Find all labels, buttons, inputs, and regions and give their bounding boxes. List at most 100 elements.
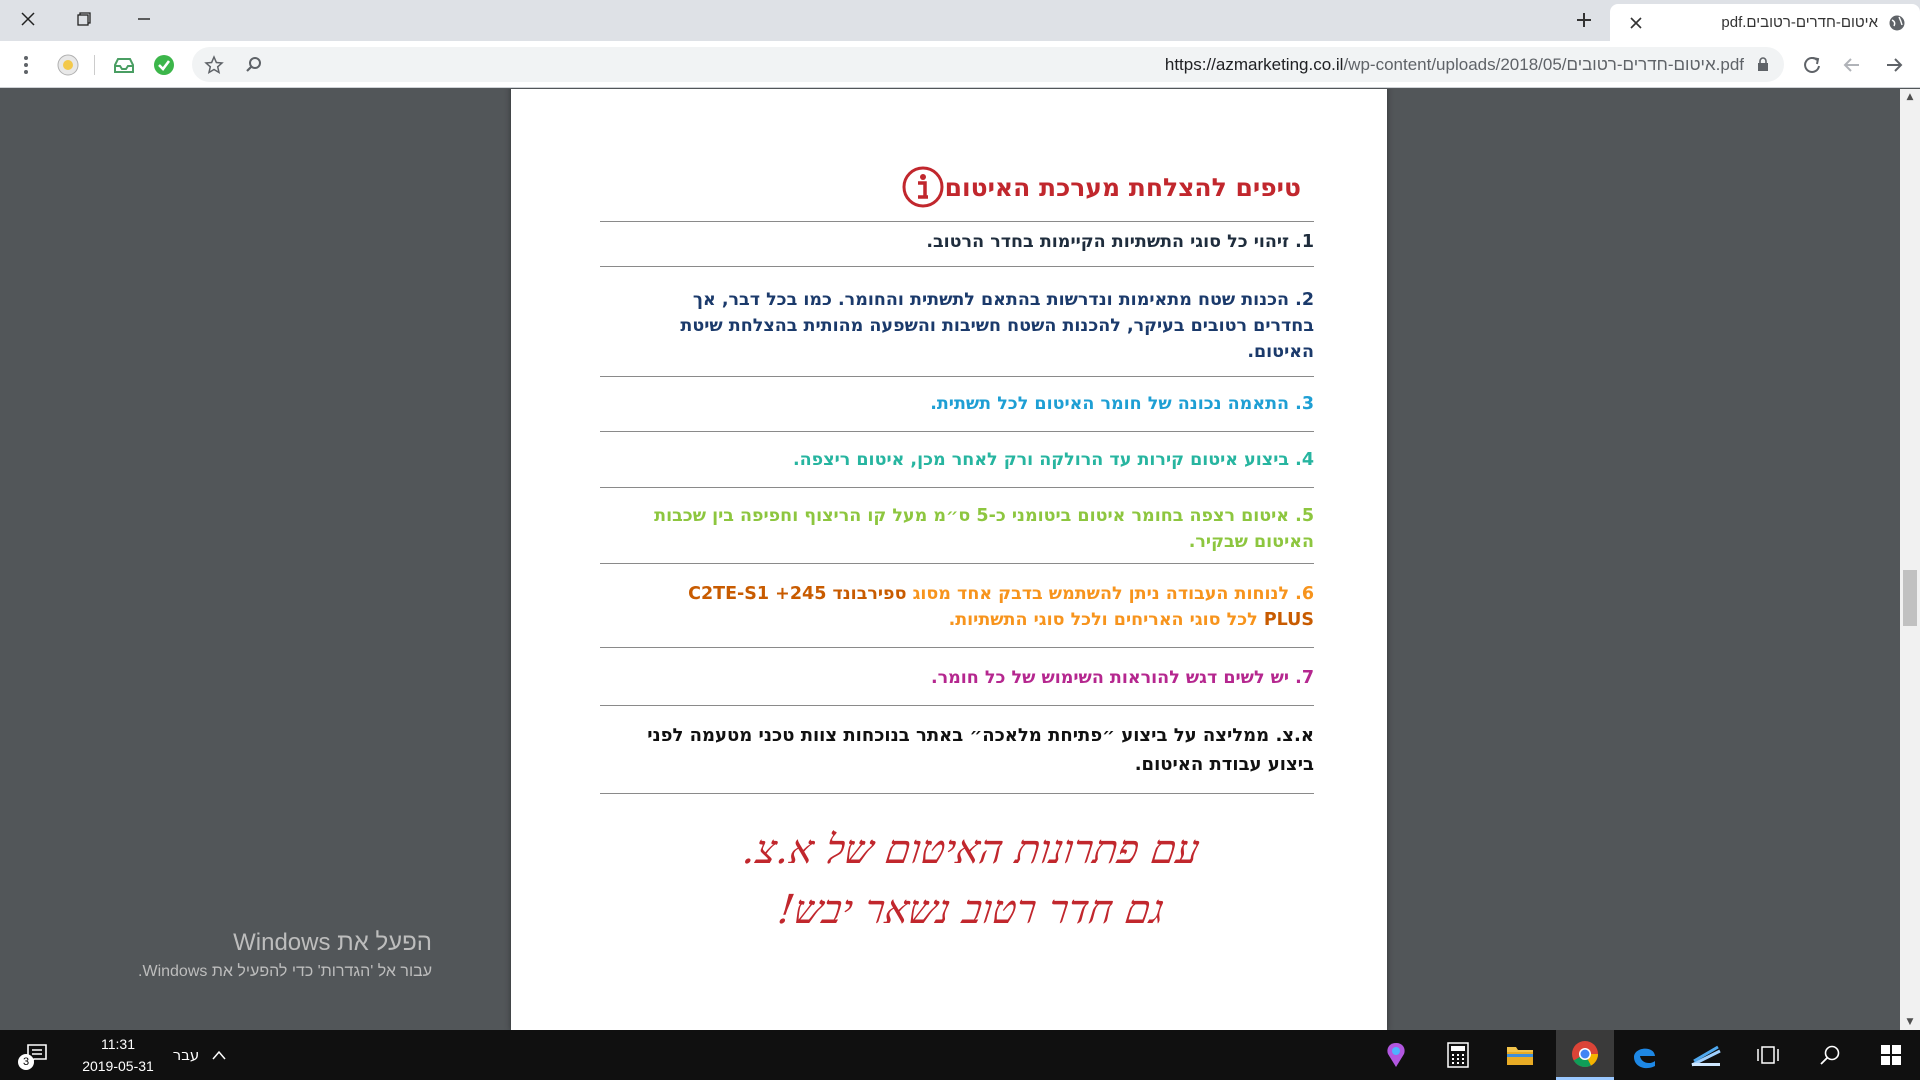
restore-icon [77,12,91,26]
notification-count-badge: 3 [18,1054,34,1070]
minimize-icon [138,18,150,20]
tip-text: הכנות שטח מתאימות ונדרשות בהתאם לתשתית ו… [680,290,1314,362]
bookmark-button[interactable] [198,49,230,81]
tip-number: 6. [1295,584,1314,604]
show-hidden-icons-button[interactable] [206,1030,232,1080]
tip-text: איטום רצפה בחומר איטום ביטומני כ-5 ס״מ מ… [654,506,1314,552]
tip-6: 6. לנוחות העבודה ניתן להשתמש בדבק אחד מס… [654,581,1314,633]
new-tab-button[interactable] [1568,4,1600,36]
tip-text: ביצוע איטום קירות עד הרולקה ורק לאחר מכן… [792,450,1290,470]
calculator-icon [1447,1042,1469,1068]
extension-button[interactable] [52,49,84,81]
check-shield-icon [154,55,174,75]
divider [600,221,1314,222]
taskbar-app-chrome[interactable] [1556,1030,1614,1080]
new-tab-icon [1577,13,1591,27]
zoom-search-button[interactable] [238,49,270,81]
tip-number: 1. [1295,232,1314,252]
recommendation: א.צ. ממליצה על ביצוע ״פתיחת מלאכה״ באתר … [647,725,1314,775]
system-clock[interactable]: 11:31 2019-05-31 [68,1033,168,1077]
extension-globe-icon [57,54,79,76]
vertical-scrollbar[interactable]: ▲ ▼ [1900,89,1920,1030]
tip-number: 4. [1295,450,1314,470]
tip-3: 3. התאמה נכונה של חומר האיטום לכל תשתית. [654,391,1314,417]
globe-icon [1889,15,1905,30]
scroll-thumb[interactable] [1903,570,1917,626]
taskbar-app-calculator[interactable] [1434,1030,1482,1080]
document-title: טיפים להצלחת מערכת האיטום [944,172,1301,202]
clock-date: 2019-05-31 [82,1058,154,1074]
signature-line-1: עם פתרונות האיטום של א.צ. [739,827,1203,873]
close-icon [1630,16,1642,29]
active-tab[interactable]: איטום-חדרים-רטובים.pdf [1610,4,1920,41]
pdf-viewer[interactable]: טיפים להצלחת מערכת האיטום 1. זיהוי כל סו… [0,89,1920,1030]
tab-title: איטום-חדרים-רטובים.pdf [1721,14,1878,31]
divider [600,563,1314,564]
windows-logo-icon [1881,1045,1901,1065]
divider [600,431,1314,432]
tip-5: 5. איטום רצפה בחומר איטום ביטומני כ-5 ס״… [654,503,1314,555]
tab-close-button[interactable] [1624,11,1648,35]
tip-text: זיהוי כל סוגי התשתיות הקיימות בחדר הרטוב… [926,232,1290,252]
taskbar-app-file-explorer[interactable] [1496,1030,1544,1080]
divider [600,705,1314,706]
browser-menu-button[interactable] [10,49,42,81]
task-view-button[interactable] [1746,1030,1790,1080]
tip-4: 4. ביצוע איטום קירות עד הרולקה ורק לאחר … [654,447,1314,473]
document-header: טיפים להצלחת מערכת האיטום [901,159,1315,215]
url-path: /wp-content/uploads/2018/05/איטום-חדרים-… [1343,55,1744,74]
scroll-down-button[interactable]: ▼ [1900,1014,1920,1030]
divider [600,647,1314,648]
taskbar-app-snipping[interactable] [1682,1030,1730,1080]
action-center-button[interactable]: 3 [14,1030,58,1080]
maps-pin-icon [1387,1043,1405,1067]
chevron-up-icon [212,1050,226,1060]
back-icon [1887,58,1903,72]
tab-strip: איטום-חדרים-רטובים.pdf [0,0,1920,41]
divider [600,793,1314,794]
start-button[interactable] [1866,1030,1916,1080]
restore-window-button[interactable] [56,0,112,38]
snipping-tool-icon [1691,1045,1721,1067]
reload-icon [1804,57,1820,73]
tip-text: יש לשים דגש להוראות השימוש של כל חומר. [930,668,1290,688]
pdf-page: טיפים להצלחת מערכת האיטום 1. זיהוי כל סו… [511,89,1387,1030]
reload-button[interactable] [1796,49,1828,81]
back-button[interactable] [1878,49,1910,81]
menu-icon [24,56,28,74]
divider [600,376,1314,377]
minimize-window-button[interactable] [116,0,172,38]
tip-text: התאמה נכונה של חומר האיטום לכל תשתית. [930,394,1290,414]
lock-icon[interactable] [1756,56,1770,76]
taskbar-app-maps[interactable] [1372,1030,1420,1080]
url-host: https://azmarketing.co.il [1164,55,1344,74]
extension-button[interactable] [148,49,180,81]
taskbar-app-edge[interactable] [1620,1030,1668,1080]
watermark-title: הפעל את Windows [233,929,432,956]
extension-button[interactable] [108,49,140,81]
watermark-subtitle: עבור אל 'הגדרות' כדי להפעיל את Windows. [138,963,432,980]
search-icon [1820,1045,1840,1065]
forward-button[interactable] [1836,49,1868,81]
tip-text: לנוחות העבודה ניתן להשתמש בדבק אחד מסוג [912,584,1290,604]
tip-number: 7. [1295,668,1314,688]
address-bar[interactable]: https://azmarketing.co.il/wp-content/upl… [192,47,1784,82]
tip-2: 2. הכנות שטח מתאימות ונדרשות בהתאם לתשתי… [654,287,1314,365]
close-window-button[interactable] [0,0,56,38]
language-indicator[interactable]: עבר [168,1030,204,1080]
tip-number: 2. [1295,290,1314,310]
scroll-up-button[interactable]: ▲ [1900,89,1920,105]
extension-inbox-icon [114,58,134,73]
clock-time: 11:31 [101,1036,135,1052]
divider [600,266,1314,267]
tip-text: לכל סוגי האריחים ולכל סוגי התשתיות. [948,610,1258,630]
tip-number: 5. [1295,506,1314,526]
browser-toolbar: https://azmarketing.co.il/wp-content/upl… [0,41,1920,88]
task-view-icon [1757,1046,1779,1064]
taskbar-search-button[interactable] [1808,1030,1852,1080]
tip-7: 7. יש לשים דגש להוראות השימוש של כל חומר… [654,665,1314,691]
search-icon [246,57,261,72]
info-icon [902,166,944,208]
url-text[interactable]: https://azmarketing.co.il/wp-content/upl… [1165,55,1744,75]
tip-number: 3. [1295,394,1314,414]
